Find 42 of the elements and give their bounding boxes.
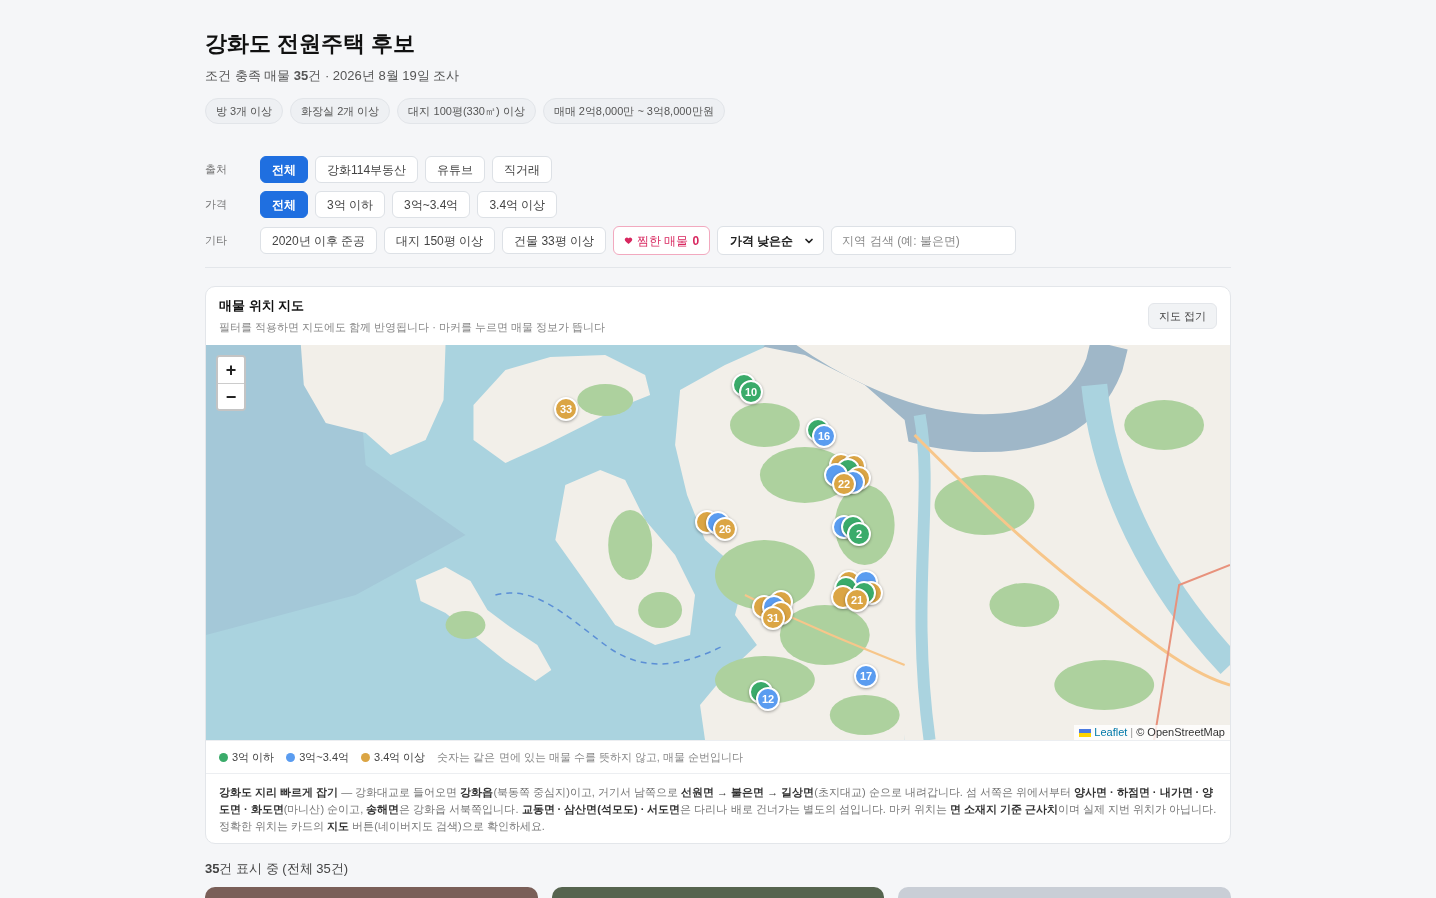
results-summary: 35건 표시 중 (전체 35건) — [205, 860, 350, 878]
page-summary: 조건 충족 매물 35건 · 2026년 8월 19일 조사 — [205, 67, 461, 85]
filter-chip[interactable]: 직거래 — [492, 156, 553, 183]
filter-chip[interactable]: 유튜브 — [425, 156, 486, 183]
page-title: 강화도 전원주택 후보 — [205, 30, 417, 58]
flag-icon — [1079, 728, 1092, 737]
criteria-chip: 매매 2억8,000만 ~ 3억8,000만원 — [542, 98, 725, 124]
marker-cluster[interactable]: 26 — [695, 510, 737, 541]
zoom-out-button[interactable]: − — [218, 383, 244, 409]
filter-chip[interactable]: 3억 이하 — [315, 191, 385, 218]
criteria-chip: 화장실 2개 이상 — [290, 98, 391, 124]
map-subtitle: 필터를 적용하면 지도에도 함께 반영됩니다 · 마커를 누르면 매물 정보가 뜹니다 — [219, 320, 606, 335]
sort-dropdown[interactable]: 가격 낮은순 — [717, 226, 825, 255]
filter-chip[interactable]: 전체 — [260, 156, 308, 183]
attribution-separator: | — [1130, 725, 1134, 740]
heart-icon — [624, 236, 634, 245]
filter-label: 출처 — [205, 162, 228, 178]
filter-chip[interactable]: 전체 — [260, 191, 308, 218]
filter-chip[interactable]: 3.4억 이상 — [477, 191, 558, 218]
filter-chip[interactable]: 대지 150평 이상 — [384, 227, 496, 254]
filter-label: 기타 — [205, 233, 228, 249]
collapse-map-button[interactable]: 지도 접기 — [1147, 303, 1217, 329]
legend-label: 3.4억 이상 — [374, 749, 426, 765]
favorites-button[interactable]: 찜한 매물 0 — [613, 226, 711, 255]
leaflet-link[interactable]: Leaflet — [1094, 725, 1128, 740]
marker-cluster[interactable]: 22 — [824, 453, 871, 496]
map-guide-text: 강화도 지리 빠르게 잡기 — 강화대교로 들어오면 강화읍(북동쪽 중심지)이고, 거기서 남쪽으로 선원면 → 불은면 → 길상면(초지대교) 순으로 내려갑니다. 섬 서쪽은 위에서부터 양사면 · 하점면 · 내가면 · 양도면 · 화도면(마니산) 순이고, 송해면은 강화읍 서북쪽입니다. 교동면 · 삼산면(석모도) · 서도면은 다리나 배로 건너가는 별도의 섬입니다. 마커 위치는 면 소재지 기준 근사치이며 실제 지번 위치가 아닙니다. 정확한 위치는 카드의 지도 버튼(네이버지도 검색)으로 확인하세요. — [218, 785, 1218, 834]
marker-cluster[interactable]: 21 — [831, 570, 883, 612]
filter-chip[interactable]: 강화114부동산 — [315, 156, 419, 183]
map-title: 매물 위치 지도 — [219, 297, 306, 315]
legend-label: 3억~3.4억 — [299, 749, 350, 765]
search-field[interactable]: 지역 검색 (예: 불은면) — [831, 226, 1017, 255]
filter-chip[interactable]: 3억~3.4억 — [392, 191, 471, 218]
legend-label: 3억 이하 — [232, 749, 275, 765]
filter-chip[interactable]: 건물 33평 이상 — [502, 227, 607, 254]
filter-label: 가격 — [205, 197, 228, 213]
filter-chip[interactable]: 2020년 이후 준공 — [260, 227, 378, 254]
criteria-chip: 방 3개 이상 — [205, 98, 284, 124]
marker-cluster[interactable]: 31 — [752, 590, 793, 630]
legend-note: 숫자는 같은 면에 있는 매물 수를 뜻하지 않고, 매물 순번입니다 — [437, 749, 743, 765]
criteria-chip: 대지 100평(330㎡) 이상 — [397, 98, 536, 124]
attribution-text: © OpenStreetMap — [1136, 725, 1225, 740]
